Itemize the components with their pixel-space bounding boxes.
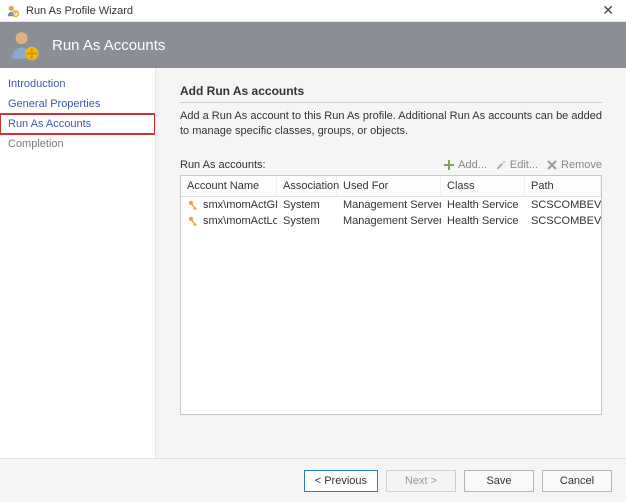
title-bar: Run As Profile Wizard ✕ [0,0,626,22]
col-association[interactable]: Association [277,176,337,196]
plus-icon [443,159,455,171]
remove-button-label: Remove [561,159,602,171]
cell-account-name: smx\momActLowG [203,215,277,227]
wizard-steps-sidebar: IntroductionGeneral PropertiesRun As Acc… [0,68,155,458]
window-title: Run As Profile Wizard [26,5,133,17]
remove-button[interactable]: Remove [546,159,602,171]
account-icon [187,215,199,227]
page-heading: Add Run As accounts [180,84,602,103]
wizard-step[interactable]: Introduction [0,74,155,94]
cell-association: System [277,197,337,213]
cancel-button[interactable]: Cancel [542,470,612,492]
previous-button[interactable]: < Previous [304,470,378,492]
cell-path: SCSCOMBEVM00099.sm [525,197,601,213]
cell-account-name: smx\momActGMSA$ [203,199,277,211]
cell-path: SCSCOMBEVM00134.sm [525,213,601,229]
wizard-banner-icon [8,28,42,62]
accounts-grid[interactable]: Account Name Association Used For Class … [180,175,602,415]
save-button[interactable]: Save [464,470,534,492]
account-icon [187,199,199,211]
cell-used-for: Management Server [337,213,441,229]
col-class[interactable]: Class [441,176,525,196]
edit-button-label: Edit... [510,159,538,171]
add-button-label: Add... [458,159,487,171]
wizard-step[interactable]: General Properties [0,94,155,114]
edit-button[interactable]: Edit... [495,159,538,171]
list-label: Run As accounts: [180,159,266,171]
wizard-page: Add Run As accounts Add a Run As account… [155,68,626,458]
cell-used-for: Management Server [337,197,441,213]
wizard-step[interactable]: Run As Accounts [0,114,155,134]
next-button: Next > [386,470,456,492]
cell-class: Health Service [441,213,525,229]
col-account-name[interactable]: Account Name [181,176,277,196]
banner-title: Run As Accounts [52,37,165,54]
table-row[interactable]: smx\momActGMSA$SystemManagement ServerHe… [181,197,601,213]
cell-class: Health Service [441,197,525,213]
col-path[interactable]: Path [525,176,601,196]
wizard-banner: Run As Accounts [0,22,626,68]
wizard-step: Completion [0,134,155,154]
grid-header: Account Name Association Used For Class … [181,176,601,197]
accounts-toolbar: Add... Edit... Remove [443,159,602,171]
wizard-footer: < Previous Next > Save Cancel [0,458,626,502]
add-button[interactable]: Add... [443,159,487,171]
cell-association: System [277,213,337,229]
pencil-icon [495,159,507,171]
close-button[interactable]: ✕ [596,2,620,19]
col-used-for[interactable]: Used For [337,176,441,196]
table-row[interactable]: smx\momActLowGSystemManagement ServerHea… [181,213,601,229]
app-icon [6,4,20,18]
page-description: Add a Run As account to this Run As prof… [180,109,602,139]
x-icon [546,159,558,171]
